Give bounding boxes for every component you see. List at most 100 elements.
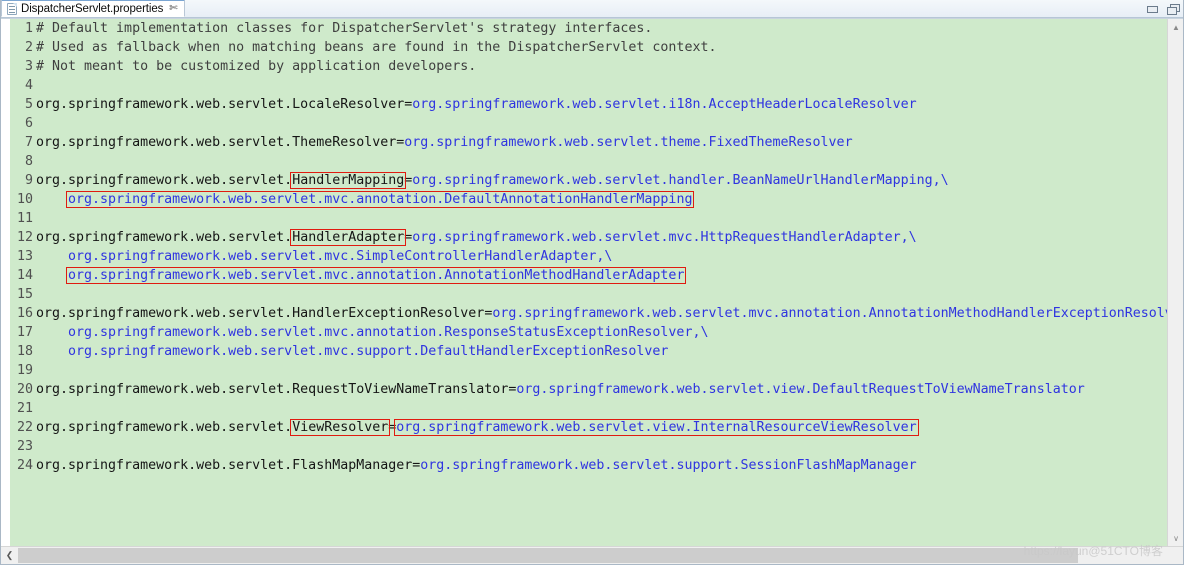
line-content[interactable]: org.springframework.web.servlet.ViewReso… xyxy=(36,418,1167,437)
line-content[interactable] xyxy=(36,209,1167,228)
line-number: 12 xyxy=(16,230,33,245)
line-content[interactable]: org.springframework.web.servlet.RequestT… xyxy=(36,380,1167,399)
line-number: 21 xyxy=(16,401,33,416)
tab-dispatcherservlet-properties[interactable]: DispatcherServlet.properties ✄ xyxy=(1,0,185,17)
line-content[interactable] xyxy=(36,399,1167,418)
highlighted-token: HandlerAdapter xyxy=(290,229,406,246)
code-token: org.springframework.web.servlet.handler.… xyxy=(412,173,949,188)
properties-file-icon xyxy=(7,2,17,15)
code-line[interactable]: 1 # Default implementation classes for Di… xyxy=(10,19,1167,38)
scroll-left-icon[interactable]: ❮ xyxy=(1,547,18,564)
line-content[interactable]: org.springframework.web.servlet.ThemeRes… xyxy=(36,133,1167,152)
code-line[interactable]: 16 org.springframework.web.servlet.Handle… xyxy=(10,304,1167,323)
code-token: # Used as fallback when no matching bean… xyxy=(36,40,717,55)
code-token: org.springframework.web.servlet.FlashMap… xyxy=(36,458,413,473)
line-number: 11 xyxy=(16,211,33,226)
line-number: 16 xyxy=(16,306,33,321)
code-token: org.springframework.web.servlet. xyxy=(36,173,293,188)
minimize-button[interactable] xyxy=(1146,3,1158,14)
highlighted-token: ViewResolver xyxy=(290,419,390,436)
line-number: 23 xyxy=(16,439,33,454)
highlighted-token: org.springframework.web.servlet.view.Int… xyxy=(394,419,919,436)
horizontal-scroll-track[interactable] xyxy=(18,547,1166,564)
line-content[interactable]: org.springframework.web.servlet.HandlerE… xyxy=(36,304,1167,323)
line-number: 4 xyxy=(24,78,33,93)
scroll-up-icon[interactable]: ▲ xyxy=(1168,19,1183,35)
horizontal-scroll-thumb[interactable] xyxy=(18,548,1078,563)
code-line[interactable]: 24 org.springframework.web.servlet.FlashM… xyxy=(10,456,1167,475)
line-number: 20 xyxy=(16,382,33,397)
maximize-button[interactable] xyxy=(1167,3,1180,15)
line-content[interactable]: # Default implementation classes for Dis… xyxy=(36,19,1167,38)
code-token: org.springframework.web.servlet.ThemeRes… xyxy=(36,135,397,150)
line-content[interactable]: # Used as fallback when no matching bean… xyxy=(36,38,1167,57)
code-line[interactable]: 2 # Used as fallback when no matching bea… xyxy=(10,38,1167,57)
line-content[interactable] xyxy=(36,361,1167,380)
code-line[interactable]: 10 org.springframework.web.servlet.mvc.a… xyxy=(10,190,1167,209)
tab-bar: DispatcherServlet.properties ✄ xyxy=(1,0,1183,18)
code-line[interactable]: 21 xyxy=(10,399,1167,418)
code-token: org.springframework.web.servlet. xyxy=(36,230,293,245)
line-content[interactable]: org.springframework.web.servlet.mvc.anno… xyxy=(36,266,1167,285)
line-number: 9 xyxy=(24,173,33,188)
close-icon[interactable]: ✄ xyxy=(169,3,177,14)
code-token: org.springframework.web.servlet.mvc.supp… xyxy=(36,344,669,359)
line-content[interactable]: org.springframework.web.servlet.FlashMap… xyxy=(36,456,1167,475)
code-line[interactable]: 18 org.springframework.web.servlet.mvc.s… xyxy=(10,342,1167,361)
code-line[interactable]: 14 org.springframework.web.servlet.mvc.a… xyxy=(10,266,1167,285)
code-line[interactable]: 7 org.springframework.web.servlet.ThemeRe… xyxy=(10,133,1167,152)
line-number: 15 xyxy=(16,287,33,302)
code-token: # Default implementation classes for Dis… xyxy=(36,21,653,36)
code-line[interactable]: 8 xyxy=(10,152,1167,171)
line-content[interactable]: # Not meant to be customized by applicat… xyxy=(36,57,1167,76)
highlighted-token: HandlerMapping xyxy=(290,172,406,189)
code-line[interactable]: 9 org.springframework.web.servlet.Handler… xyxy=(10,171,1167,190)
line-content[interactable]: org.springframework.web.servlet.mvc.anno… xyxy=(36,323,1167,342)
code-token: org.springframework.web.servlet.LocaleRe… xyxy=(36,97,405,112)
code-token: org.springframework.web.servlet.theme.Fi… xyxy=(404,135,853,150)
line-number: 19 xyxy=(16,363,33,378)
scrollbar-corner xyxy=(1166,547,1183,564)
line-number: 8 xyxy=(24,154,33,169)
code-token: org.springframework.web.servlet.mvc.Simp… xyxy=(36,249,613,264)
code-line[interactable]: 17 org.springframework.web.servlet.mvc.a… xyxy=(10,323,1167,342)
line-number: 22 xyxy=(16,420,33,435)
line-content[interactable] xyxy=(36,437,1167,456)
code-line[interactable]: 11 xyxy=(10,209,1167,228)
line-number: 1 xyxy=(24,21,33,36)
line-content[interactable] xyxy=(36,285,1167,304)
line-number: 2 xyxy=(24,40,33,55)
code-line[interactable]: 12 org.springframework.web.servlet.Handle… xyxy=(10,228,1167,247)
line-content[interactable] xyxy=(36,152,1167,171)
code-line[interactable]: 22 org.springframework.web.servlet.ViewRe… xyxy=(10,418,1167,437)
line-number: 5 xyxy=(24,97,33,112)
line-content[interactable]: org.springframework.web.servlet.mvc.supp… xyxy=(36,342,1167,361)
code-line[interactable]: 3 # Not meant to be customized by applica… xyxy=(10,57,1167,76)
vertical-scrollbar[interactable]: ▲ ∨ xyxy=(1167,19,1183,546)
code-line[interactable]: 6 xyxy=(10,114,1167,133)
code-lines[interactable]: 1 # Default implementation classes for Di… xyxy=(10,19,1167,546)
line-content[interactable]: org.springframework.web.servlet.HandlerM… xyxy=(36,171,1167,190)
code-line[interactable]: 23 xyxy=(10,437,1167,456)
line-content[interactable] xyxy=(36,76,1167,95)
line-content[interactable]: org.springframework.web.servlet.mvc.anno… xyxy=(36,190,1167,209)
code-line[interactable]: 4 xyxy=(10,76,1167,95)
code-token: org.springframework.web.servlet.mvc.anno… xyxy=(492,306,1167,321)
code-line[interactable]: 13 org.springframework.web.servlet.mvc.S… xyxy=(10,247,1167,266)
scroll-down-icon[interactable]: ∨ xyxy=(1168,530,1183,546)
line-content[interactable] xyxy=(36,114,1167,133)
code-line[interactable]: 20 org.springframework.web.servlet.Reques… xyxy=(10,380,1167,399)
code-line[interactable]: 15 xyxy=(10,285,1167,304)
editor-body: 1 # Default implementation classes for Di… xyxy=(1,18,1183,546)
code-editor[interactable]: 1 # Default implementation classes for Di… xyxy=(1,19,1167,546)
code-token: org.springframework.web.servlet.RequestT… xyxy=(36,382,509,397)
code-line[interactable]: 19 xyxy=(10,361,1167,380)
code-line[interactable]: 5 org.springframework.web.servlet.LocaleR… xyxy=(10,95,1167,114)
line-number: 18 xyxy=(16,344,33,359)
horizontal-scrollbar[interactable]: ❮ xyxy=(1,546,1183,564)
line-content[interactable]: org.springframework.web.servlet.LocaleRe… xyxy=(36,95,1167,114)
line-content[interactable]: org.springframework.web.servlet.HandlerA… xyxy=(36,228,1167,247)
line-content[interactable]: org.springframework.web.servlet.mvc.Simp… xyxy=(36,247,1167,266)
